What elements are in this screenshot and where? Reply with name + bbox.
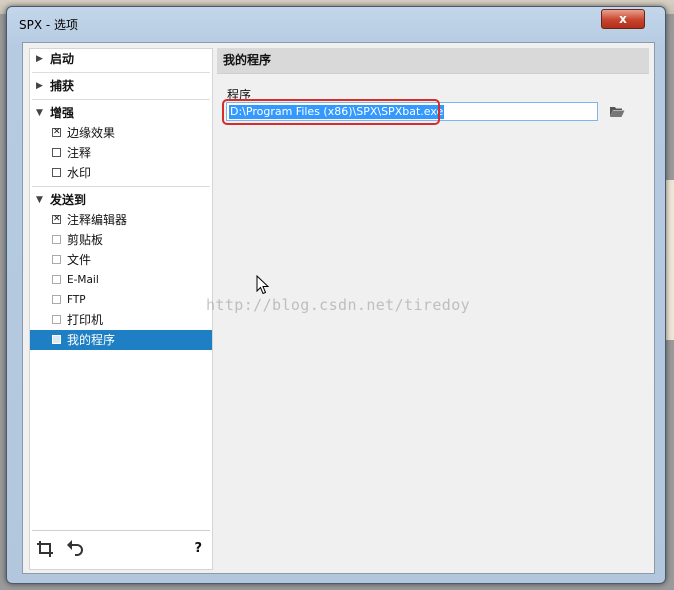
undo-icon[interactable] [66, 539, 84, 557]
checkbox-icon[interactable] [52, 275, 61, 284]
nav-item-label: 打印机 [67, 313, 104, 327]
nav-item-label: E-Mail [67, 274, 99, 286]
open-folder-icon[interactable] [609, 105, 625, 118]
nav-item-annotation[interactable]: 注释 [30, 143, 212, 163]
nav-group-label: 增强 [50, 106, 75, 120]
options-dialog: SPX - 选项 x ▶ 启动 ▶ 捕获 ▼ 增强 ✕ 边缘效果 注释 水印 ▼… [6, 6, 666, 584]
nav-item-label: 注释编辑器 [67, 213, 128, 227]
nav-item-label: FTP [67, 294, 86, 306]
divider [32, 72, 210, 73]
mouse-cursor-icon [256, 275, 270, 295]
nav-item-file[interactable]: 文件 [30, 250, 212, 270]
annotation-highlight-box [222, 99, 440, 125]
nav-item-annotation-editor[interactable]: ✕ 注释编辑器 [30, 210, 212, 230]
nav-item-watermark[interactable]: 水印 [30, 163, 212, 183]
nav-group-header-enhance[interactable]: ▼ 增强 [30, 103, 212, 123]
options-nav: ▶ 启动 ▶ 捕获 ▼ 增强 ✕ 边缘效果 注释 水印 ▼ 发送到 ✕ 注释编辑… [29, 48, 213, 570]
window-title: SPX - 选项 [19, 18, 79, 32]
nav-group-label: 捕获 [50, 79, 75, 93]
nav-group-label: 启动 [50, 52, 75, 66]
expand-arrow-icon: ▼ [36, 108, 43, 118]
expand-arrow-icon: ▼ [36, 195, 43, 205]
nav-item-my-program[interactable]: 我的程序 [30, 330, 212, 350]
nav-group-header-capture[interactable]: ▶ 捕获 [30, 76, 212, 96]
nav-group-startup: ▶ 启动 [30, 49, 212, 73]
nav-item-label: 注释 [67, 146, 92, 160]
checkbox-icon[interactable] [52, 255, 61, 264]
nav-item-label: 文件 [67, 253, 92, 267]
checkbox-icon[interactable] [52, 295, 61, 304]
close-button[interactable]: x [601, 9, 645, 29]
title-bar[interactable]: SPX - 选项 x [7, 7, 665, 37]
nav-group-header-send-to[interactable]: ▼ 发送到 [30, 190, 212, 210]
nav-group-enhance: ▼ 增强 ✕ 边缘效果 注释 水印 [30, 103, 212, 187]
divider [32, 99, 210, 100]
nav-item-edge-effect[interactable]: ✕ 边缘效果 [30, 123, 212, 143]
nav-item-printer[interactable]: 打印机 [30, 310, 212, 330]
help-icon[interactable]: ? [194, 541, 202, 556]
checkbox-checked-icon[interactable]: ✕ [52, 215, 61, 224]
checkbox-icon[interactable] [52, 235, 61, 244]
nav-group-label: 发送到 [50, 193, 87, 207]
expand-arrow-icon: ▶ [36, 54, 43, 64]
watermark-text: http://blog.csdn.net/tiredoy [206, 296, 471, 314]
nav-item-label: 水印 [67, 166, 92, 180]
crop-icon[interactable] [36, 540, 54, 558]
checkbox-icon[interactable] [52, 168, 61, 177]
nav-item-clipboard[interactable]: 剪贴板 [30, 230, 212, 250]
nav-item-label: 边缘效果 [67, 126, 116, 140]
nav-item-label: 剪贴板 [67, 233, 104, 247]
checkbox-checked-icon[interactable]: ✕ [52, 128, 61, 137]
divider [32, 186, 210, 187]
nav-group-capture: ▶ 捕获 [30, 76, 212, 100]
nav-item-ftp[interactable]: FTP [30, 290, 212, 310]
checkbox-icon[interactable] [52, 315, 61, 324]
nav-item-email[interactable]: E-Mail [30, 270, 212, 290]
nav-group-send-to: ▼ 发送到 ✕ 注释编辑器 剪贴板 文件 E-Mail FTP 打印机 我的程序 [30, 190, 212, 350]
nav-footer-toolbar: ? [32, 530, 210, 569]
checkbox-icon[interactable] [52, 148, 61, 157]
expand-arrow-icon: ▶ [36, 81, 43, 91]
panel-title: 我的程序 [217, 48, 649, 74]
checkbox-icon[interactable] [52, 335, 61, 344]
nav-item-label: 我的程序 [67, 333, 116, 347]
nav-group-header-startup[interactable]: ▶ 启动 [30, 49, 212, 69]
